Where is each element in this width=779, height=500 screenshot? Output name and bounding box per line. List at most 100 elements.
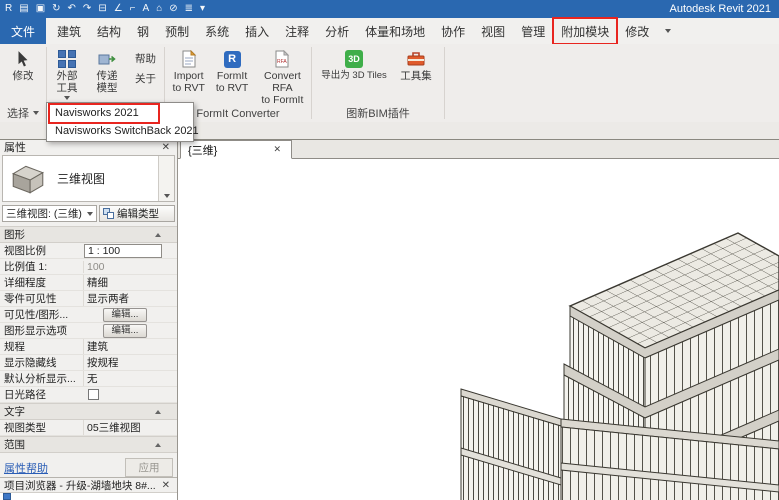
- property-row: 可见性/图形... 编辑...: [0, 307, 177, 324]
- tab-manage[interactable]: 管理: [513, 18, 553, 44]
- tab-structure[interactable]: 结构: [89, 18, 129, 44]
- property-label: 比例值 1:: [4, 261, 48, 274]
- section-icon[interactable]: ⊘: [169, 0, 177, 18]
- property-value[interactable]: 按规程: [83, 355, 166, 371]
- toolset-label: 工具集: [400, 70, 432, 82]
- toolset-button[interactable]: 工具集: [396, 46, 436, 83]
- bim-panel-label[interactable]: 图新BIM插件: [312, 104, 444, 122]
- bim-plugin-panel: 3D 导出为 3D Tiles 工具集 图新BIM插件: [312, 44, 444, 122]
- property-row: 详细程度 精细: [0, 275, 177, 292]
- dimension-icon[interactable]: ⌐: [130, 0, 136, 18]
- tab-modify[interactable]: 修改: [617, 18, 657, 44]
- type-dropdown-icon[interactable]: [158, 156, 174, 202]
- save-icon[interactable]: ▣: [36, 0, 45, 18]
- tab-precast[interactable]: 预制: [157, 18, 197, 44]
- view-tab-label: {三维}: [188, 144, 218, 157]
- ribbon-collapse-icon[interactable]: [665, 18, 672, 44]
- edit-button[interactable]: 编辑...: [103, 323, 147, 338]
- properties-panel: 属性 ✕ 三维视图 三维视图: (三维) 编辑类型 图形 视图比例 1: 10…: [0, 139, 178, 500]
- properties-close-icon[interactable]: ✕: [159, 142, 173, 153]
- property-value[interactable]: 精细: [83, 275, 166, 291]
- property-value[interactable]: 100: [83, 260, 166, 273]
- tab-addins[interactable]: 附加模块: [552, 17, 619, 45]
- collapse-icon[interactable]: [155, 409, 161, 414]
- tab-steel[interactable]: 钢: [129, 18, 157, 44]
- select-panel-label[interactable]: 选择: [0, 104, 46, 122]
- drawing-area[interactable]: {三维} ✕: [178, 139, 779, 500]
- view-selector-combo[interactable]: 三维视图: (三维): [2, 205, 97, 223]
- ribbon-tab-bar: 文件 建筑 结构钢预制 系统 插入 注释 分析 体量和场地 协作 视图 管理 附加模块 修改: [0, 17, 779, 45]
- property-label: 视图比例: [4, 245, 46, 258]
- user-menu-icon[interactable]: ▾: [200, 0, 205, 18]
- svg-text:RFA: RFA: [277, 59, 287, 65]
- print-icon[interactable]: ⊟: [98, 0, 106, 18]
- property-section-header[interactable]: 图形: [0, 226, 177, 244]
- view-tab-3d[interactable]: {三维} ✕: [180, 140, 292, 159]
- app-title: Autodesk Revit 2021: [669, 3, 771, 15]
- property-section-header[interactable]: 文字: [0, 403, 177, 421]
- tab-file[interactable]: 文件: [0, 18, 47, 44]
- open-icon[interactable]: ▤: [19, 0, 28, 18]
- edit-type-button[interactable]: 编辑类型: [99, 205, 175, 223]
- tab-annotate[interactable]: 注释: [277, 18, 317, 44]
- revit-menu-icon[interactable]: R: [5, 0, 12, 18]
- external-tools-button[interactable]: 外部 工具: [50, 46, 84, 100]
- convert-rfa-label: Convert RFA: [264, 70, 301, 94]
- menu-item-navisworks-2021[interactable]: Navisworks 2021: [47, 103, 193, 124]
- property-value[interactable]: 1 : 100: [84, 243, 162, 258]
- titlebar: R ▤ ▣ ↻ ↶ ↷ ⊟ ∠ ⌐ A ⌂ ⊘ ≣ ▾ Autodesk Revit 2021: [0, 0, 779, 18]
- redo-icon[interactable]: ↷: [83, 0, 91, 18]
- rfa-document-icon: RFA: [274, 48, 290, 70]
- text-icon[interactable]: A: [143, 0, 150, 18]
- default-3d-view-icon[interactable]: ⌂: [156, 0, 162, 18]
- property-row: 视图类型 05三维视图: [0, 420, 177, 437]
- thin-lines-icon[interactable]: ≣: [185, 0, 193, 18]
- project-browser-close-icon[interactable]: ✕: [159, 480, 173, 491]
- tab-analyze[interactable]: 分析: [317, 18, 357, 44]
- external-tools-label: 外部: [56, 70, 78, 82]
- property-value[interactable]: 05三维视图: [83, 420, 166, 436]
- tab-collaborate[interactable]: 协作: [433, 18, 473, 44]
- tab-systems[interactable]: 系统: [197, 18, 237, 44]
- tab-view[interactable]: 视图: [473, 18, 513, 44]
- measure-icon[interactable]: ∠: [114, 0, 123, 18]
- collapse-icon[interactable]: [155, 232, 161, 237]
- property-value[interactable]: 无: [83, 371, 166, 387]
- project-browser-title: 项目浏览器 - 升级-湖墙地块 8#...: [4, 479, 156, 492]
- modify-button[interactable]: 修改: [13, 46, 34, 83]
- formit-to-rvt-button[interactable]: R FormIt to RVT: [212, 46, 251, 95]
- edit-button[interactable]: 编辑...: [103, 307, 147, 322]
- help-button[interactable]: 帮助: [130, 50, 161, 67]
- collapse-icon[interactable]: [155, 442, 161, 447]
- convert-rfa-button[interactable]: RFA Convert RFA to FormIt: [254, 46, 311, 106]
- external-tools-icon: [58, 48, 76, 70]
- project-browser-partial-row: [0, 492, 177, 500]
- menu-item-navisworks-switchback-2021[interactable]: Navisworks SwitchBack 2021: [47, 122, 199, 140]
- export-3d-tiles-button[interactable]: 3D 导出为 3D Tiles: [320, 46, 388, 82]
- quick-access-toolbar: R ▤ ▣ ↻ ↶ ↷ ⊟ ∠ ⌐ A ⌂ ⊘ ≣ ▾: [5, 0, 205, 18]
- view-tab-bar: {三维} ✕: [178, 140, 779, 159]
- view-tab-close-icon[interactable]: ✕: [270, 144, 284, 155]
- tab-insert[interactable]: 插入: [237, 18, 277, 44]
- sync-icon[interactable]: ↻: [52, 0, 60, 18]
- tab-architecture[interactable]: 建筑: [49, 18, 89, 44]
- model-viewport[interactable]: [178, 158, 779, 500]
- property-label: 详细程度: [4, 277, 46, 290]
- property-label: 视图类型: [4, 422, 46, 435]
- project-browser-header[interactable]: 项目浏览器 - 升级-湖墙地块 8#... ✕: [0, 477, 177, 492]
- undo-icon[interactable]: ↶: [68, 0, 76, 18]
- property-value[interactable]: 显示两者: [83, 291, 166, 307]
- transfer-model-button[interactable]: 传递 模型: [88, 46, 126, 95]
- sun-path-checkbox[interactable]: [88, 389, 99, 401]
- properties-title: 属性: [4, 142, 26, 154]
- tab-massing-site[interactable]: 体量和场地: [357, 18, 433, 44]
- about-button[interactable]: 关于: [130, 70, 161, 87]
- import-to-rvt-button[interactable]: Import to RVT: [167, 46, 210, 95]
- property-label: 零件可见性: [4, 293, 57, 306]
- property-label: 规程: [4, 341, 25, 354]
- property-section-header[interactable]: 范围: [0, 436, 177, 454]
- apply-button[interactable]: 应用: [125, 458, 173, 478]
- type-selector-preview[interactable]: 三维视图: [2, 155, 175, 203]
- property-value[interactable]: 建筑: [83, 339, 166, 355]
- properties-help-link[interactable]: 属性帮助: [4, 460, 48, 476]
